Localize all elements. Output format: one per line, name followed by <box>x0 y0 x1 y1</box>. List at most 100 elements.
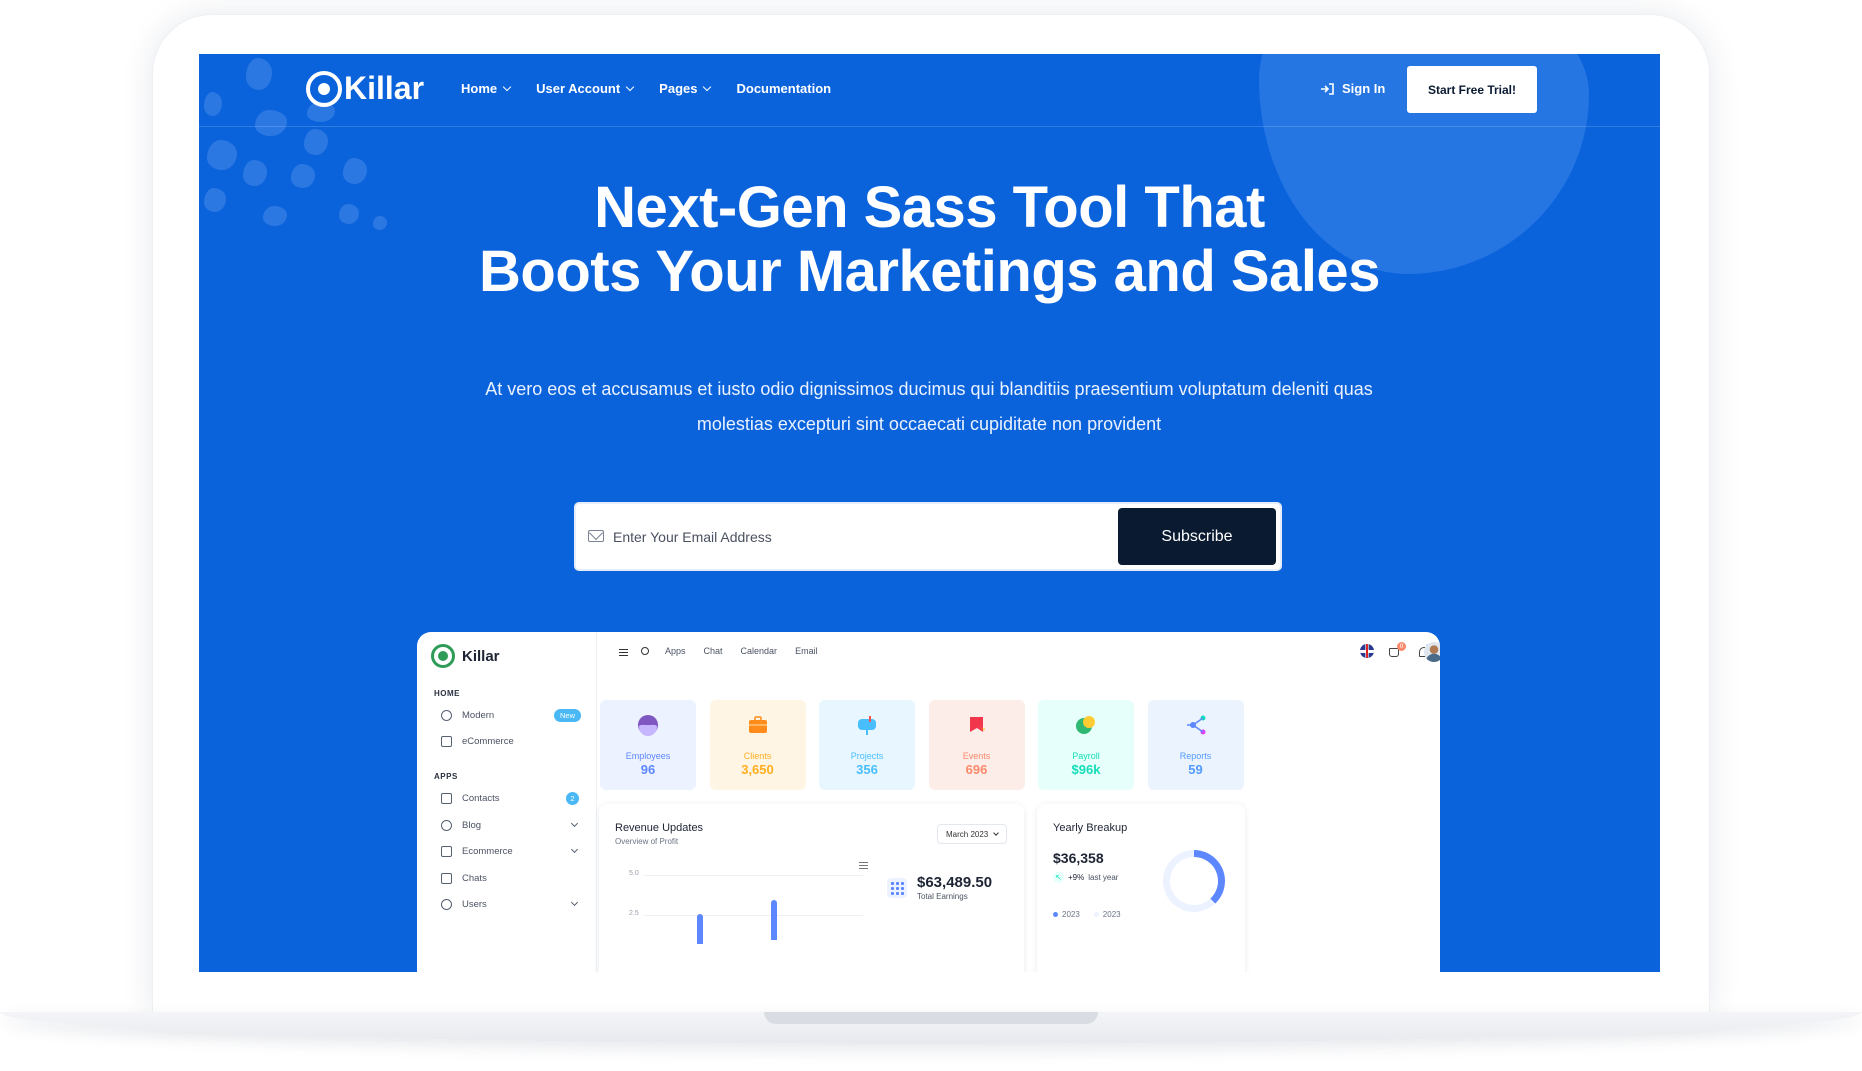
brand-name: Killar <box>344 70 425 106</box>
nav-item-pages[interactable]: Pages <box>659 81 712 96</box>
hero-title-line-2: Boots Your Marketings and Sales <box>479 239 1380 304</box>
stat-label: Payroll <box>1072 751 1100 761</box>
aperture-icon <box>441 709 452 721</box>
stat-card-events[interactable]: Events 696 <box>928 700 1025 790</box>
nav-item-label: User Account <box>536 81 621 96</box>
stat-card-projects[interactable]: Projects 356 <box>819 700 915 790</box>
dashboard-brand-name: Killar <box>462 647 500 665</box>
stat-value: $96k <box>1071 762 1101 777</box>
flag-icon <box>966 714 988 736</box>
email-input[interactable] <box>613 524 1013 550</box>
chevron-down-icon <box>570 898 579 907</box>
nav-item-user-account[interactable]: User Account <box>536 81 635 96</box>
basket-icon <box>441 845 452 857</box>
chevron-down-icon <box>993 830 999 836</box>
sidebar-item-chats[interactable]: Chats <box>441 870 581 886</box>
yearly-breakup-card: Yearly Breakup $36,358 ↖ +9% last year 2… <box>1037 804 1245 972</box>
sidebar-item-label: Modern <box>462 709 495 721</box>
hero-title-line-1: Next-Gen Sass Tool That <box>594 175 1265 240</box>
sidebar-item-blog[interactable]: Blog <box>441 817 581 833</box>
nav-item-label: Pages <box>659 81 698 96</box>
landing-page-screen: Killar Home User Account Pages Documenta… <box>199 54 1660 972</box>
trend-label: last year <box>1088 873 1119 882</box>
y-axis-tick: 5.0 <box>629 870 639 877</box>
subscribe-form: Subscribe <box>574 502 1282 571</box>
main-menu: Home User Account Pages Documentation <box>461 81 831 96</box>
hero-subtitle-line-2: molestias excepturi sint occaecati cupid… <box>696 414 1162 434</box>
start-free-trial-button[interactable]: Start Free Trial! <box>1407 66 1537 113</box>
stat-card-clients[interactable]: Clients 3,650 <box>709 700 806 790</box>
briefcase-icon <box>747 714 769 736</box>
sidebar-item-label: Chats <box>462 872 487 884</box>
yearly-donut-chart <box>1163 850 1225 912</box>
chart-bar <box>697 914 703 944</box>
dashboard-sidebar: Killar HOME Modern New eCommerce APPS Co… <box>417 632 597 972</box>
yearly-trend: ↖ +9% last year <box>1053 872 1118 883</box>
dashboard-preview: Killar HOME Modern New eCommerce APPS Co… <box>417 632 1440 972</box>
chevron-down-icon <box>703 82 712 92</box>
nav-item-label: Documentation <box>736 81 832 96</box>
hero-subtitle: At vero eos et accusamus et iusto odio d… <box>459 372 1399 442</box>
chart-menu-icon[interactable] <box>859 862 868 869</box>
sign-in-link[interactable]: Sign In <box>1320 81 1385 96</box>
topbar-link-calendar[interactable]: Calendar <box>741 646 778 656</box>
arrow-up-left-icon: ↖ <box>1053 872 1064 883</box>
hero-subtitle-line-1: At vero eos et accusamus et iusto odio d… <box>485 379 1373 399</box>
brand-logo[interactable]: Killar <box>306 70 424 107</box>
new-badge: New <box>553 708 581 722</box>
nav-item-home[interactable]: Home <box>461 81 512 96</box>
topbar-link-apps[interactable]: Apps <box>665 646 686 656</box>
stat-card-reports[interactable]: Reports 59 <box>1147 700 1244 790</box>
stat-label: Events <box>962 751 991 761</box>
message-icon <box>441 872 452 884</box>
envelope-icon <box>588 530 604 542</box>
count-badge: 2 <box>566 791 579 805</box>
stat-label: Clients <box>743 751 772 761</box>
sign-in-label: Sign In <box>1342 81 1386 96</box>
sidebar-item-label: Ecommerce <box>462 845 513 857</box>
connect-icon <box>1185 714 1207 736</box>
menu-icon[interactable] <box>619 649 628 656</box>
avatar[interactable] <box>1424 642 1440 662</box>
user-circle-icon <box>441 898 452 910</box>
legend-item: 2023 <box>1093 910 1121 919</box>
stat-value: 356 <box>856 762 878 777</box>
sidebar-item-contacts[interactable]: Contacts 2 <box>441 790 581 806</box>
month-select[interactable]: March 2023 <box>937 824 1007 844</box>
shopping-cart-icon <box>441 735 452 747</box>
laptop-notch <box>764 1012 1098 1024</box>
stat-value: 3,650 <box>741 762 774 777</box>
yearly-breakup-title: Yearly Breakup <box>1053 822 1128 834</box>
stat-value: 59 <box>1188 762 1203 777</box>
sidebar-item-label: eCommerce <box>462 735 514 747</box>
chat-bubble-icon <box>1075 714 1097 736</box>
topbar-link-email[interactable]: Email <box>795 646 818 656</box>
dashboard-logo[interactable]: Killar <box>431 644 500 668</box>
yearly-breakup-value: $36,358 <box>1053 850 1104 866</box>
logo-icon <box>306 70 342 107</box>
sidebar-item-modern[interactable]: Modern New <box>441 707 581 723</box>
search-icon[interactable] <box>641 647 649 655</box>
stat-card-employees[interactable]: Employees 96 <box>600 700 696 790</box>
uk-flag-icon[interactable] <box>1360 644 1374 658</box>
grid-line <box>643 915 863 916</box>
sidebar-item-ecommerce[interactable]: eCommerce <box>441 733 581 749</box>
revenue-updates-card: Revenue Updates Overview of Profit March… <box>599 804 1024 972</box>
chart-donut-icon <box>441 819 452 831</box>
nav-item-documentation[interactable]: Documentation <box>736 81 831 96</box>
chevron-down-icon <box>570 845 579 854</box>
sidebar-heading-home: HOME <box>434 689 460 698</box>
legend-item: 2023 <box>1053 910 1080 919</box>
sidebar-item-ecommerce-app[interactable]: Ecommerce <box>441 843 581 859</box>
revenue-title: Revenue Updates <box>615 822 704 834</box>
sidebar-item-label: Contacts <box>462 792 500 804</box>
stat-value: 696 <box>965 762 988 777</box>
subscribe-button[interactable]: Subscribe <box>1118 508 1276 565</box>
topbar-links: Apps Chat Calendar Email <box>665 646 818 656</box>
grid-icon <box>887 878 907 898</box>
sidebar-item-label: Blog <box>462 819 482 831</box>
stat-card-payroll[interactable]: Payroll $96k <box>1038 700 1134 790</box>
topbar-link-chat[interactable]: Chat <box>704 646 723 656</box>
sidebar-item-users[interactable]: Users <box>441 896 581 912</box>
revenue-subtitle: Overview of Profit <box>615 837 679 846</box>
